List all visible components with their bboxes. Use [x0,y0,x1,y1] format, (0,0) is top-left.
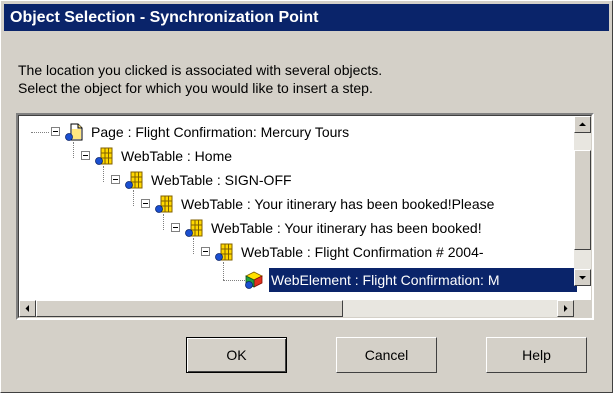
tree-item-webtable-itinerary-1[interactable]: WebTable : Your itinerary has been booke… [19,192,579,216]
tree-item-label: WebTable : SIGN-OFF [151,172,292,188]
collapse-toggle-icon[interactable] [51,127,60,136]
ok-button[interactable]: OK [186,337,287,373]
webtable-icon [125,171,143,189]
tree-item-label: WebTable : Your itinerary has been booke… [181,196,495,212]
arrow-right-icon [564,305,568,312]
tree-item-label: WebTable : Flight Confirmation # 2004- [241,244,484,260]
tree-item-webtable-flight-confirmation[interactable]: WebTable : Flight Confirmation # 2004- [19,240,579,264]
page-icon [65,123,83,141]
collapse-toggle-icon[interactable] [111,175,120,184]
tree-item-webtable-itinerary-2[interactable]: WebTable : Your itinerary has been booke… [19,216,579,240]
message-line-2: Select the object for which you would li… [18,80,373,96]
arrow-down-icon [579,276,586,280]
message-line-1: The location you clicked is associated w… [18,62,383,78]
scroll-right-button[interactable] [557,300,574,317]
webtable-icon [95,147,113,165]
webtable-icon [185,219,203,237]
collapse-toggle-icon[interactable] [141,199,150,208]
arrow-left-icon [25,305,29,312]
tree-item-label-selected: WebElement : Flight Confirmation: M [269,268,577,292]
vertical-scrollbar[interactable] [574,116,591,286]
tree-item-webtable-home[interactable]: WebTable : Home [19,144,579,168]
tree-item-label: WebTable : Your itinerary has been booke… [211,220,482,236]
arrow-up-icon [579,122,586,126]
tree-item-label: WebTable : Home [121,148,233,164]
scroll-down-button[interactable] [574,269,591,286]
object-selection-dialog: Object Selection - Synchronization Point… [0,0,613,393]
webtable-icon [155,195,173,213]
help-button[interactable]: Help [486,337,587,373]
cancel-button[interactable]: Cancel [336,337,437,373]
collapse-toggle-icon[interactable] [81,151,90,160]
webelement-icon [245,271,263,289]
tree-item-webtable-signoff[interactable]: WebTable : SIGN-OFF [19,168,579,192]
webtable-icon [215,243,233,261]
dialog-message: The location you clicked is associated w… [18,61,382,97]
horizontal-scroll-thumb[interactable] [36,300,343,317]
tree-item-webelement[interactable]: WebElement : Flight Confirmation: M [19,268,579,292]
collapse-toggle-icon[interactable] [171,223,180,232]
tree-item-page[interactable]: Page : Flight Confirmation: Mercury Tour… [19,120,579,144]
scroll-left-button[interactable] [19,300,36,317]
scrollbar-corner [574,300,591,317]
tree-item-label: Page : Flight Confirmation: Mercury Tour… [91,124,350,140]
object-tree[interactable]: Page : Flight Confirmation: Mercury Tour… [16,113,594,320]
vertical-scroll-thumb[interactable] [574,150,591,250]
scroll-up-button[interactable] [574,116,591,133]
horizontal-scrollbar[interactable] [19,300,574,317]
collapse-toggle-icon[interactable] [201,247,210,256]
dialog-title: Object Selection - Synchronization Point [4,4,609,31]
